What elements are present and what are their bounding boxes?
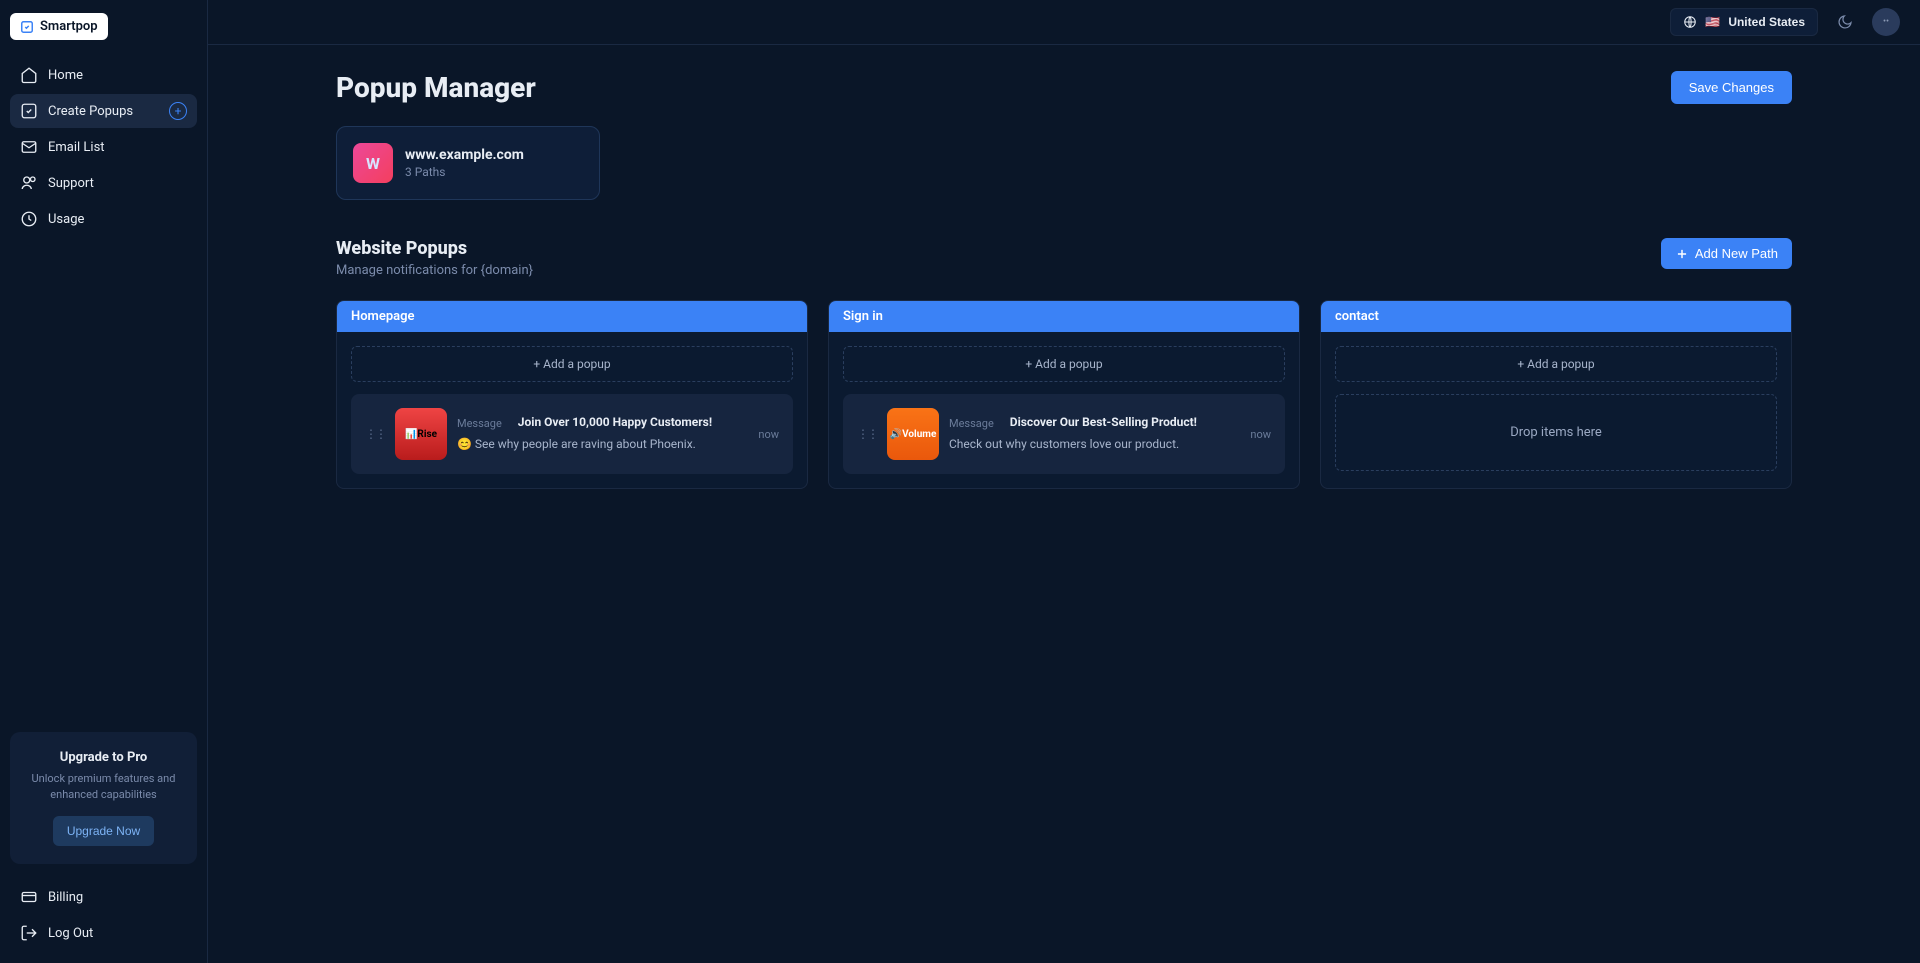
popup-brand-icon: 📊Rise (395, 408, 447, 460)
globe-icon (1683, 15, 1697, 29)
popup-type-label: Message (949, 417, 994, 430)
user-avatar[interactable]: •• (1872, 8, 1900, 36)
add-popup-button[interactable]: + Add a popup (351, 346, 793, 382)
nav-main: Home Create Popups + Email List Support … (10, 58, 197, 236)
website-card[interactable]: W www.example.com 3 Paths (336, 126, 600, 200)
popup-type-label: Message (457, 417, 502, 430)
nav-support-label: Support (48, 176, 94, 191)
nav-billing[interactable]: Billing (10, 880, 197, 914)
popup-brand-icon: 🔊Volume (887, 408, 939, 460)
website-info: www.example.com 3 Paths (405, 147, 524, 179)
website-name: www.example.com (405, 147, 524, 163)
mail-icon (20, 138, 38, 156)
nav-logout-label: Log Out (48, 926, 93, 941)
website-avatar: W (353, 143, 393, 183)
column-body: + Add a popup ⋮⋮ 🔊Volume Message Discove… (829, 332, 1299, 488)
drop-zone[interactable]: Drop items here (1335, 394, 1777, 471)
popup-time: now (758, 428, 779, 441)
column-header[interactable]: Homepage (337, 301, 807, 332)
drag-handle-icon[interactable]: ⋮⋮ (857, 427, 877, 441)
path-column-signin: Sign in + Add a popup ⋮⋮ 🔊Volume Message… (828, 300, 1300, 489)
theme-toggle[interactable] (1830, 7, 1860, 37)
locale-flag: 🇺🇸 (1705, 15, 1720, 29)
path-column-homepage: Homepage + Add a popup ⋮⋮ 📊Rise Message … (336, 300, 808, 489)
website-paths: 3 Paths (405, 165, 524, 179)
add-popup-button[interactable]: + Add a popup (843, 346, 1285, 382)
popup-icon (20, 102, 38, 120)
clock-icon (20, 210, 38, 228)
popup-card[interactable]: ⋮⋮ 🔊Volume Message Discover Our Best-Sel… (843, 394, 1285, 474)
topbar: 🇺🇸 United States •• (208, 0, 1920, 45)
upgrade-card: Upgrade to Pro Unlock premium features a… (10, 732, 197, 864)
upgrade-desc: Unlock premium features and enhanced cap… (24, 771, 183, 802)
moon-icon (1837, 14, 1853, 30)
brand-name: Smartpop (40, 19, 98, 34)
logout-icon (20, 924, 38, 942)
popup-description: 😊 See why people are raving about Phoeni… (457, 436, 748, 453)
logo-icon (20, 20, 34, 34)
popup-card[interactable]: ⋮⋮ 📊Rise Message Join Over 10,000 Happy … (351, 394, 793, 474)
main: 🇺🇸 United States •• Popup Manager Save C… (208, 0, 1920, 963)
column-header[interactable]: Sign in (829, 301, 1299, 332)
popup-description: Check out why customers love our product… (949, 436, 1240, 453)
save-button[interactable]: Save Changes (1671, 71, 1792, 104)
column-body: + Add a popup Drop items here (1321, 332, 1791, 488)
content-area: Popup Manager Save Changes W www.example… (208, 45, 1920, 963)
path-columns: Homepage + Add a popup ⋮⋮ 📊Rise Message … (336, 300, 1792, 489)
nav-billing-label: Billing (48, 890, 83, 905)
brand-logo[interactable]: Smartpop (10, 13, 108, 40)
nav-home-label: Home (48, 68, 83, 83)
popup-title: Join Over 10,000 Happy Customers! (518, 415, 712, 429)
section-title: Website Popups (336, 238, 533, 259)
nav-usage[interactable]: Usage (10, 202, 197, 236)
card-icon (20, 888, 38, 906)
column-body: + Add a popup ⋮⋮ 📊Rise Message Join Over… (337, 332, 807, 488)
column-header[interactable]: contact (1321, 301, 1791, 332)
drag-handle-icon[interactable]: ⋮⋮ (365, 427, 385, 441)
locale-selector[interactable]: 🇺🇸 United States (1670, 8, 1818, 36)
plus-icon: + (169, 102, 187, 120)
section-header: Website Popups Manage notifications for … (336, 238, 1792, 278)
locale-name: United States (1728, 15, 1805, 29)
add-popup-button[interactable]: + Add a popup (1335, 346, 1777, 382)
nav-usage-label: Usage (48, 212, 84, 227)
nav-email-list[interactable]: Email List (10, 130, 197, 164)
add-path-button[interactable]: Add New Path (1661, 238, 1792, 269)
page-title: Popup Manager (336, 71, 536, 104)
nav-home[interactable]: Home (10, 58, 197, 92)
path-column-contact: contact + Add a popup Drop items here (1320, 300, 1792, 489)
nav-create-label: Create Popups (48, 104, 133, 119)
popup-content: Message Discover Our Best-Selling Produc… (949, 415, 1240, 453)
nav-logout[interactable]: Log Out (10, 916, 197, 950)
nav-create-popups[interactable]: Create Popups + (10, 94, 197, 128)
nav-bottom: Billing Log Out (10, 880, 197, 950)
nav-support[interactable]: Support (10, 166, 197, 200)
plus-icon (1675, 247, 1689, 261)
popup-time: now (1250, 428, 1271, 441)
home-icon (20, 66, 38, 84)
nav-email-label: Email List (48, 140, 105, 155)
popup-title: Discover Our Best-Selling Product! (1010, 415, 1197, 429)
section-subtitle: Manage notifications for {domain} (336, 263, 533, 278)
upgrade-title: Upgrade to Pro (24, 750, 183, 765)
upgrade-button[interactable]: Upgrade Now (53, 816, 154, 846)
add-path-label: Add New Path (1695, 246, 1778, 261)
sidebar: Smartpop Home Create Popups + Email List… (0, 0, 208, 963)
users-icon (20, 174, 38, 192)
popup-content: Message Join Over 10,000 Happy Customers… (457, 415, 748, 453)
page-header: Popup Manager Save Changes (336, 71, 1792, 104)
